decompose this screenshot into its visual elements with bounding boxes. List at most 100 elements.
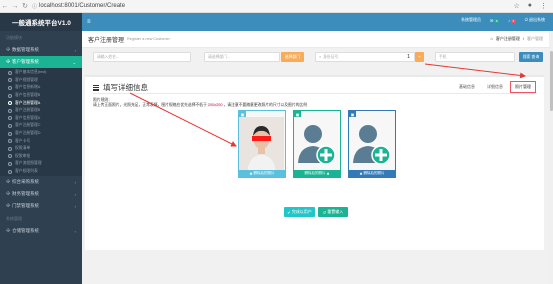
add-photo-icon [298,125,336,165]
submenu-item-label: 客户权限列表 [15,169,38,174]
address-bar[interactable]: ⓘ localhost:8001/Customer/Create [32,3,125,10]
reload-icon[interactable]: ↻ [20,1,30,11]
submenu-item[interactable]: 客户注册管理B [0,107,82,115]
submenu-item-label: 客户基本信息(test) [15,70,47,75]
search-button[interactable]: 搜索 查询 [519,52,543,62]
submenu-item[interactable]: 客户注册管理C [0,122,82,130]
menu-icon[interactable]: ⋮ [540,2,547,10]
person-photo [239,117,284,171]
chevron-left-icon: ‹ [74,203,76,209]
tab-photo[interactable]: 照片管理 [510,81,536,93]
back-icon[interactable]: ← [0,1,10,11]
message-badge: 8 [494,18,500,23]
submenu-item[interactable]: 客户信息新增A [0,84,82,92]
circle-icon [8,101,12,106]
content-header: 客户注册管理 Register a new Customer ⌂ 客户注册管理 … [82,31,553,48]
submenu-item[interactable]: 客户注册管理D [0,130,82,138]
sidebar-item-access[interactable]: ✣ 门禁管理系统 ‹ [0,200,82,212]
logout-label: 退出系统 [529,17,545,22]
customer-submenu: 客户基本信息(test) 客户视频管理 客户信息新增A 客户信息管理B 客户注册管理A 客… [0,68,82,177]
settings-link[interactable]: ♪ 2 [508,18,516,23]
plus-icon: + [418,55,421,59]
submenu-item[interactable]: 客户权限列表 [0,168,82,176]
submenu-item[interactable]: 客户流程图管理 [0,160,82,168]
card-footer[interactable]: ✖ 删除后的照片 [239,170,285,177]
sidebar-item-label: 数据管理系统 [12,47,39,52]
reset-button[interactable]: ↺ 重置输入 [318,207,348,217]
submenu-item[interactable]: 权限审批 [0,153,82,161]
panel-title: 填写详细信息 [93,82,148,93]
sidebar-section-main: 功能模块 [6,35,22,40]
sidebar-item-finance[interactable]: ✣ 财务管理系统 ‹ [0,188,82,200]
sidebar-item-customer[interactable]: ✣ 客户管理系统 ⌄ [0,56,82,68]
forward-icon[interactable]: → [10,1,20,11]
chevron-left-icon: ‹ [74,191,76,197]
card-footer[interactable]: ✖ 删除后的照片 [349,170,395,177]
undo-icon: ↺ [322,209,327,215]
user-name[interactable]: 系统管理员 [461,17,481,23]
star-icon[interactable]: ☆ [513,2,519,10]
sidebar-item-storage[interactable]: ✣ 仓储管理系统 ‹ [0,225,82,237]
submenu-item[interactable]: 权限清单 [0,145,82,153]
card-footer-label: 删除后的照片 [304,171,326,175]
url-text: localhost:8001/Customer/Create [39,3,126,9]
name-input[interactable]: 请输入姓名... [93,52,191,62]
search-icon: ⌕ [319,55,322,59]
submenu-item-label: 客户卡号 [15,138,31,143]
check-icon: ✔ [287,209,291,215]
panel-tabs: 基础信息 详细信息 照片管理 [454,81,536,93]
id-input[interactable]: ⌕ 身份证号 1 [315,52,415,62]
profile-icon[interactable]: ● [528,2,532,10]
dept-input[interactable]: 请选择部门... [204,52,280,62]
plus-button[interactable]: + [415,52,424,62]
page-bottom [82,250,553,284]
submenu-item[interactable]: 客户基本信息(test) [0,69,82,77]
tab-basic[interactable]: 基础信息 [454,81,480,93]
breadcrumb: ⌂ 客户注册管理 / 客户管理 [490,36,543,42]
breadcrumb-item[interactable]: 客户注册管理 [496,36,520,42]
submenu-item[interactable]: 客户卡号 [0,137,82,145]
rules-size-code: 200x200 [206,103,224,107]
id-placeholder: 身份证号 [323,54,339,59]
message-link[interactable]: ✉ 8 [490,18,500,23]
hamburger-icon[interactable]: ≡ [87,19,91,25]
sidebar-item-purchase[interactable]: ✣ 综合采购系统 ‹ [0,176,82,188]
circle-icon [8,108,12,113]
submenu-item-label: 客户信息管理A [15,115,41,120]
submenu-item-label: 客户信息管理B [15,93,41,98]
scrollbar[interactable] [549,31,553,284]
sidebar-item-label: 门禁管理系统 [12,203,39,209]
submenu-item[interactable]: 客户视频管理 [0,77,82,85]
sidebar-item-label: 财务管理系统 [12,191,39,197]
sidebar-item-label: 仓储管理系统 [12,228,39,234]
photo-rules-text: 请上传正面照片，光照充足，正常表情，图片规格应优先选择不低于200x200，请注… [93,103,307,108]
submenu-item[interactable]: 客户注册管理A [0,99,82,107]
card-footer[interactable]: 删除后的照片 ✖ [294,170,340,177]
sidebar-item-label: 综合采购系统 [12,179,39,185]
phone-input[interactable]: 手机 [435,52,515,62]
photo-card-2[interactable]: ▣ 删除后的照片 ✖ [293,110,341,178]
photo-card-3[interactable]: ▣ ✖ 删除后的照片 [348,110,396,178]
select-dept-button[interactable]: 选择部门 [281,52,304,62]
circle-icon [8,139,12,144]
card-footer-label: 删除后的照片 [363,171,385,175]
circle-icon [8,85,12,90]
save-button[interactable]: ✔ 完成以用户 [284,207,315,217]
photo-card-1[interactable]: ▣ ✖ 删除后的照片 [238,110,286,178]
brand-title: 一般通系统平台V1.0 [0,13,82,31]
tab-detail[interactable]: 详细信息 [482,81,508,93]
page-title: 客户注册管理 [88,37,125,44]
submenu-item[interactable]: 客户信息管理A [0,115,82,123]
scrollbar-thumb[interactable] [549,51,553,111]
sidebar-item-data[interactable]: ✣ 数据管理系统 ‹ [0,44,82,56]
logout-link[interactable]: ⏻ 退出系统 [525,17,545,23]
card-footer-label: 删除后的照片 [253,171,275,175]
submenu-item[interactable]: 客户信息管理B [0,92,82,100]
circle-icon [8,161,12,166]
bell-icon: ♪ [508,17,511,23]
chevron-left-icon: ‹ [74,47,76,53]
submenu-item-label: 客户注册管理A [15,100,41,105]
circle-icon [8,154,12,159]
circle-icon [8,146,12,151]
browser-toolbar: ← → ↻ ⓘ localhost:8001/Customer/Create ☆… [0,0,553,13]
